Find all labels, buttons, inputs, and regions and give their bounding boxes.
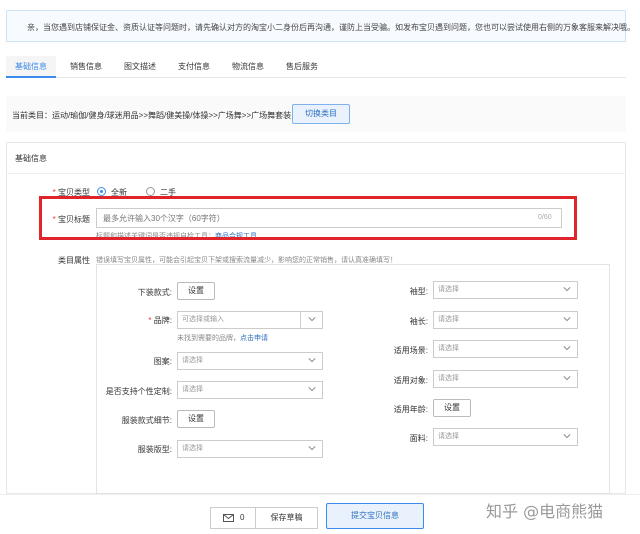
save-draft-button[interactable]: 保存草稿 [256,507,318,529]
pattern-select[interactable]: 请选择 [177,352,323,370]
watermark: 知乎 @电商熊猫 [486,502,604,521]
attr-sleeve-type-label: 袖型: [409,287,428,296]
tab-description[interactable]: 图文描述 [116,56,164,78]
sleeve-length-select[interactable]: 请选择 [433,311,578,329]
category-attributes-label: 类目属性 [58,256,90,265]
attr-sleeve-length-label: 袖长: [409,317,428,326]
tab-sales-info[interactable]: 销售信息 [62,56,110,78]
chevron-down-icon [308,446,316,451]
fabric-select[interactable]: 请选择 [433,428,578,446]
sleeve-type-select[interactable]: 请选择 [433,281,578,299]
fit-select[interactable]: 请选择 [177,440,323,458]
radio-new[interactable] [97,187,106,196]
chevron-down-icon [308,387,316,392]
category-bar: 当前类目：运动/瑜伽/健身/球迷用品>>舞蹈/健美操/体操>>广场舞>>广场舞套… [6,96,626,132]
chevron-down-icon [563,376,571,381]
notice-banner: 亲，当您遇到店铺保证金、资质认证等问题时，请先确认对方的淘宝小二身份后再沟通，谨… [6,10,635,42]
radio-used[interactable] [146,187,155,196]
tab-after-sales[interactable]: 售后服务 [278,56,326,78]
switch-category-button[interactable]: 切换类目 [292,104,350,124]
submit-item-button[interactable]: 提交宝贝信息 [326,503,424,529]
message-button[interactable]: 0 [210,507,256,529]
apply-brand-link[interactable]: 点击申请 [240,335,268,342]
divider [7,173,625,174]
chevron-down-icon [563,434,571,439]
style-detail-set-button[interactable]: 设置 [177,410,215,428]
section-title: 基础信息 [15,154,47,163]
mail-icon [223,514,234,522]
bottom-style-set-button[interactable]: 设置 [177,282,215,300]
brand-input[interactable]: 可选择或输入 [177,311,323,329]
age-set-button[interactable]: 设置 [433,399,471,417]
tab-basic-info[interactable]: 基础信息 [6,56,56,78]
target-select[interactable]: 请选择 [433,370,578,388]
attr-fabric-label: 面料: [409,434,428,443]
chevron-down-icon [563,346,571,351]
attr-style-detail-label: 服装款式细节: [121,416,172,425]
chevron-down-icon [308,358,316,363]
tab-logistics-info[interactable]: 物流信息 [224,56,272,78]
divider [300,312,301,328]
highlight-box [39,196,577,240]
customization-select[interactable]: 请选择 [177,381,323,399]
attr-pattern-label: 图案: [153,357,172,366]
attr-target-label: 适用对象: [393,376,428,385]
attr-age-label: 适用年龄: [393,405,428,414]
attr-customization-label: 是否支持个性定制: [105,387,172,396]
notice-text: 亲，当您遇到店铺保证金、资质认证等问题时，请先确认对方的淘宝小二身份后再沟通，谨… [27,23,635,32]
chevron-down-icon [563,287,571,292]
scene-select[interactable]: 请选择 [433,340,578,358]
message-count: 0 [240,513,245,522]
attr-bottom-style-label: 下装款式: [137,288,172,297]
attr-brand-label: * 品牌: [148,316,172,325]
tab-payment-info[interactable]: 支付信息 [170,56,218,78]
section-tabs: 基础信息 销售信息 图文描述 支付信息 物流信息 售后服务 [6,56,626,78]
chevron-down-icon [563,317,571,322]
attr-fit-label: 服装版型: [137,445,172,454]
attr-scene-label: 适用场景: [393,346,428,355]
current-category: 当前类目：运动/瑜伽/健身/球迷用品>>舞蹈/健美操/体操>>广场舞>>广场舞套… [12,111,292,120]
brand-note: 未找到需要的品牌，点击申请 [177,335,268,342]
chevron-down-icon [308,317,316,322]
